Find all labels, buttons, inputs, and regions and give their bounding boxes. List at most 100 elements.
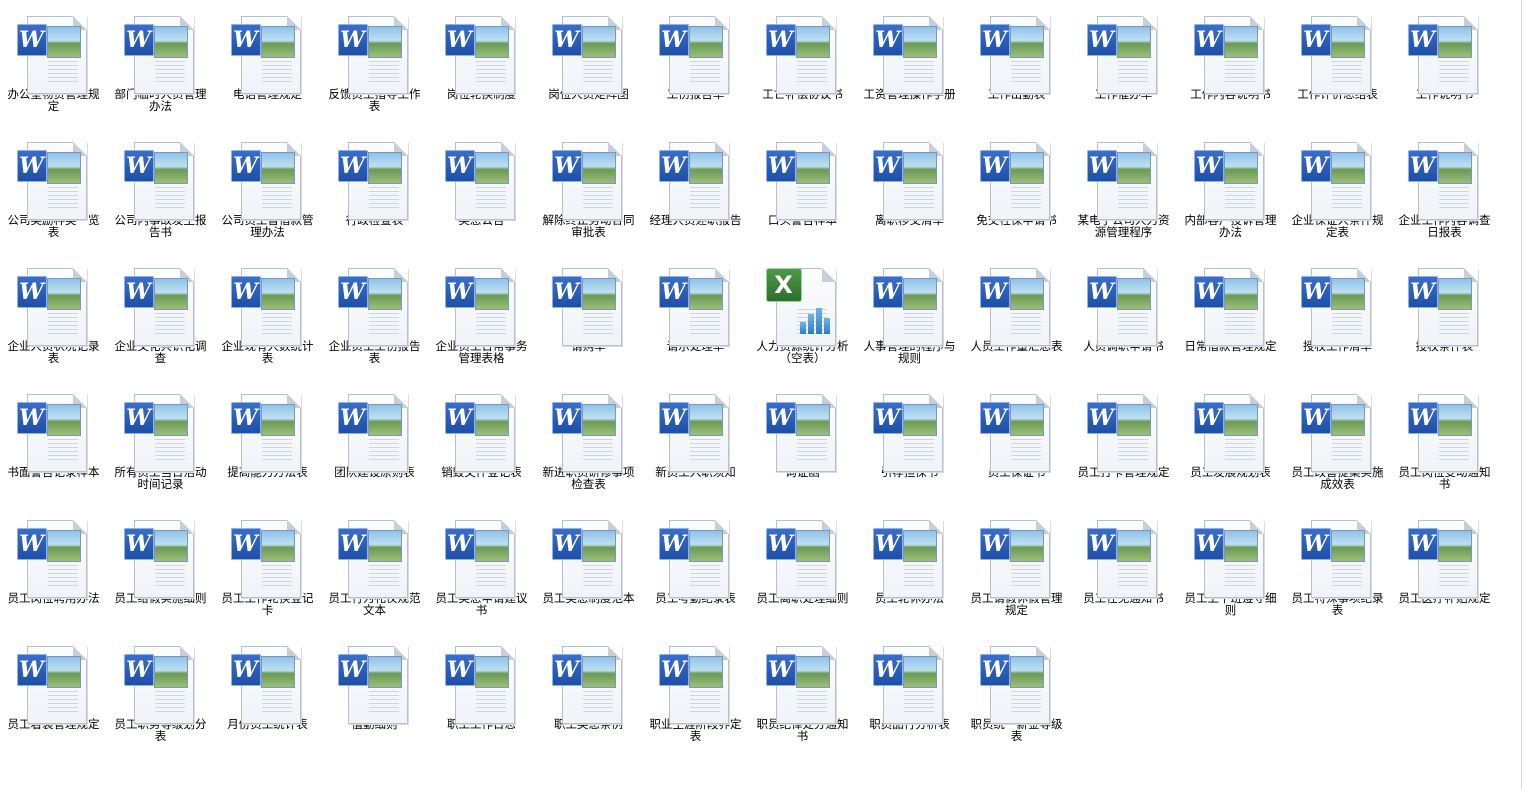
word-document-icon: W xyxy=(15,642,93,734)
file-item[interactable]: W 公司内事故发生报告书 xyxy=(107,126,214,252)
file-item[interactable]: W 员工给假实施细则 xyxy=(107,504,214,630)
file-item[interactable]: W 职工工作日志 xyxy=(428,630,535,756)
file-item[interactable]: W 解除终止劳动合同审批表 xyxy=(535,126,642,252)
file-item[interactable]: W 某电子公司人力资源管理程序 xyxy=(1070,126,1177,252)
file-item[interactable]: W 经理人员述职报告 xyxy=(642,126,749,252)
file-item[interactable]: W 员工保证书 xyxy=(963,378,1070,504)
word-document-icon: W xyxy=(336,12,414,104)
file-item[interactable]: W 员工考勤纪录表 xyxy=(642,504,749,630)
word-document-icon: W xyxy=(1406,390,1484,482)
file-item[interactable]: W 企业保证人条件规定表 xyxy=(1284,126,1391,252)
file-item[interactable]: W 离职移交清单 xyxy=(856,126,963,252)
file-item[interactable]: W 职工奖惩条例 xyxy=(535,630,642,756)
file-item[interactable]: X 人力资源统计分析（空表） xyxy=(749,252,856,378)
file-item[interactable]: W 引荐担保书 xyxy=(856,378,963,504)
file-item[interactable]: W 日常借款管理规定 xyxy=(1177,252,1284,378)
file-item[interactable]: W 员工离职处理细则 xyxy=(749,504,856,630)
file-item[interactable]: W 工作催办单 xyxy=(1070,0,1177,126)
file-item[interactable]: W 员工奖惩制度范本 xyxy=(535,504,642,630)
word-document-icon: W xyxy=(15,264,93,356)
file-item[interactable]: W 员工打卡管理规定 xyxy=(1070,378,1177,504)
word-document-icon: W xyxy=(871,138,949,230)
file-item[interactable]: W 询证函 xyxy=(749,378,856,504)
file-item[interactable]: W 公司奖励种类一览表 xyxy=(0,126,107,252)
file-item[interactable]: W 书面警告记录样本 xyxy=(0,378,107,504)
file-item[interactable]: W 内部客户投诉管理办法 xyxy=(1177,126,1284,252)
file-item[interactable]: W 企业工作内容调查日报表 xyxy=(1391,126,1498,252)
file-item[interactable]: W 授权工作清单 xyxy=(1284,252,1391,378)
file-item[interactable]: W 员工发展规划表 xyxy=(1177,378,1284,504)
file-item[interactable]: W 工作出勤表 xyxy=(963,0,1070,126)
file-item[interactable]: W 企业文化共识化调查 xyxy=(107,252,214,378)
file-item[interactable]: W 企业员工日常事务管理表格 xyxy=(428,252,535,378)
file-item[interactable]: W 员工特殊事项纪录表 xyxy=(1284,504,1391,630)
file-item[interactable]: W 人员调职申请书 xyxy=(1070,252,1177,378)
file-item[interactable]: W 员工医疗补贴规定 xyxy=(1391,504,1498,630)
file-item[interactable]: W 新进职员研修事项检查表 xyxy=(535,378,642,504)
file-item[interactable]: W 办公室物资管理规定 xyxy=(0,0,107,126)
file-item[interactable]: W 员工岗位变动通知书 xyxy=(1391,378,1498,504)
file-item[interactable]: W 员工工作轮换登记卡 xyxy=(214,504,321,630)
file-item[interactable]: W 授权条件表 xyxy=(1391,252,1498,378)
file-item[interactable]: W 企业员工工伤报告表 xyxy=(321,252,428,378)
word-document-icon: W xyxy=(1406,138,1484,230)
file-item[interactable]: W 月份员工统计表 xyxy=(214,630,321,756)
file-item[interactable]: W 职员品行分析表 xyxy=(856,630,963,756)
word-document-icon: W xyxy=(978,516,1056,608)
file-item[interactable]: W 员工岗位聘用办法 xyxy=(0,504,107,630)
file-item[interactable]: W 员工行为礼仪规范文本 xyxy=(321,504,428,630)
file-item[interactable]: W 口头警告样本 xyxy=(749,126,856,252)
word-document-icon: W xyxy=(764,12,842,104)
word-document-icon: W xyxy=(336,516,414,608)
word-document-icon: W xyxy=(122,264,200,356)
file-item[interactable]: W 企业人员状况记录表 xyxy=(0,252,107,378)
file-item[interactable]: W 新员工入职须知 xyxy=(642,378,749,504)
file-item[interactable]: W 值勤细则 xyxy=(321,630,428,756)
file-item[interactable]: W 职业生涯阶段界定表 xyxy=(642,630,749,756)
file-item[interactable]: W 奖惩公告 xyxy=(428,126,535,252)
file-item[interactable]: W 员工请假休假管理规定 xyxy=(963,504,1070,630)
file-item[interactable]: W 反馈员工指导工作表 xyxy=(321,0,428,126)
file-item[interactable]: W 员工改善提案实施成效表 xyxy=(1284,378,1391,504)
file-item[interactable]: W 员工轮休办法 xyxy=(856,504,963,630)
file-item[interactable]: W 职员纪律处分通知书 xyxy=(749,630,856,756)
file-item[interactable]: W 免交社保申请书 xyxy=(963,126,1070,252)
file-item[interactable]: W 企业现有人数统计表 xyxy=(214,252,321,378)
file-item[interactable]: W 岗位轮换制度 xyxy=(428,0,535,126)
file-item[interactable]: W 请购单 xyxy=(535,252,642,378)
file-item[interactable]: W 工伤报告单 xyxy=(642,0,749,126)
word-document-icon: W xyxy=(550,12,628,104)
file-grid: W 办公室物资管理规定 W 部门临时人员管理办法 W 电话管理规定 W 反馈员工指导工作表 W 岗… xyxy=(0,0,1498,756)
file-item[interactable]: W 提高能力方法表 xyxy=(214,378,321,504)
word-document-icon: W xyxy=(336,642,414,734)
file-item[interactable]: W 公司员工暂借款管理办法 xyxy=(214,126,321,252)
word-document-icon: W xyxy=(1192,12,1270,104)
word-document-icon: W xyxy=(1406,264,1484,356)
file-item[interactable]: W 员工着装管理规定 xyxy=(0,630,107,756)
word-document-icon: W xyxy=(229,516,307,608)
file-item[interactable]: W 所有员工当日活动时间记录 xyxy=(107,378,214,504)
file-item[interactable]: W 人事管理的程序与规则 xyxy=(856,252,963,378)
file-item[interactable]: W 团队建设原则表 xyxy=(321,378,428,504)
file-item[interactable]: W 工作评价总结表 xyxy=(1284,0,1391,126)
file-item[interactable]: W 销毁文件登记表 xyxy=(428,378,535,504)
word-document-icon: W xyxy=(1085,138,1163,230)
file-item[interactable]: W 员工上下班遵守细则 xyxy=(1177,504,1284,630)
file-item[interactable]: W 员工职务等级划分表 xyxy=(107,630,214,756)
file-item[interactable]: W 电话管理规定 xyxy=(214,0,321,126)
file-item[interactable]: W 岗位人员矩阵图 xyxy=(535,0,642,126)
file-item[interactable]: W 工作内容说明书 xyxy=(1177,0,1284,126)
file-item[interactable]: W 员工奖惩申请建议书 xyxy=(428,504,535,630)
file-item[interactable]: W 部门临时人员管理办法 xyxy=(107,0,214,126)
word-document-icon: W xyxy=(443,642,521,734)
file-item[interactable]: W 行政检查表 xyxy=(321,126,428,252)
word-document-icon: W xyxy=(657,264,735,356)
word-document-icon: W xyxy=(122,642,200,734)
file-item[interactable]: W 职员统一薪金等级表 xyxy=(963,630,1070,756)
file-item[interactable]: W 员工任免通知书 xyxy=(1070,504,1177,630)
file-item[interactable]: W 工作说明书 xyxy=(1391,0,1498,126)
file-item[interactable]: W 工亡补偿协议书 xyxy=(749,0,856,126)
file-item[interactable]: W 工资管理操作手册 xyxy=(856,0,963,126)
file-item[interactable]: W 请示处理单 xyxy=(642,252,749,378)
file-item[interactable]: W 人员工作量汇总表 xyxy=(963,252,1070,378)
